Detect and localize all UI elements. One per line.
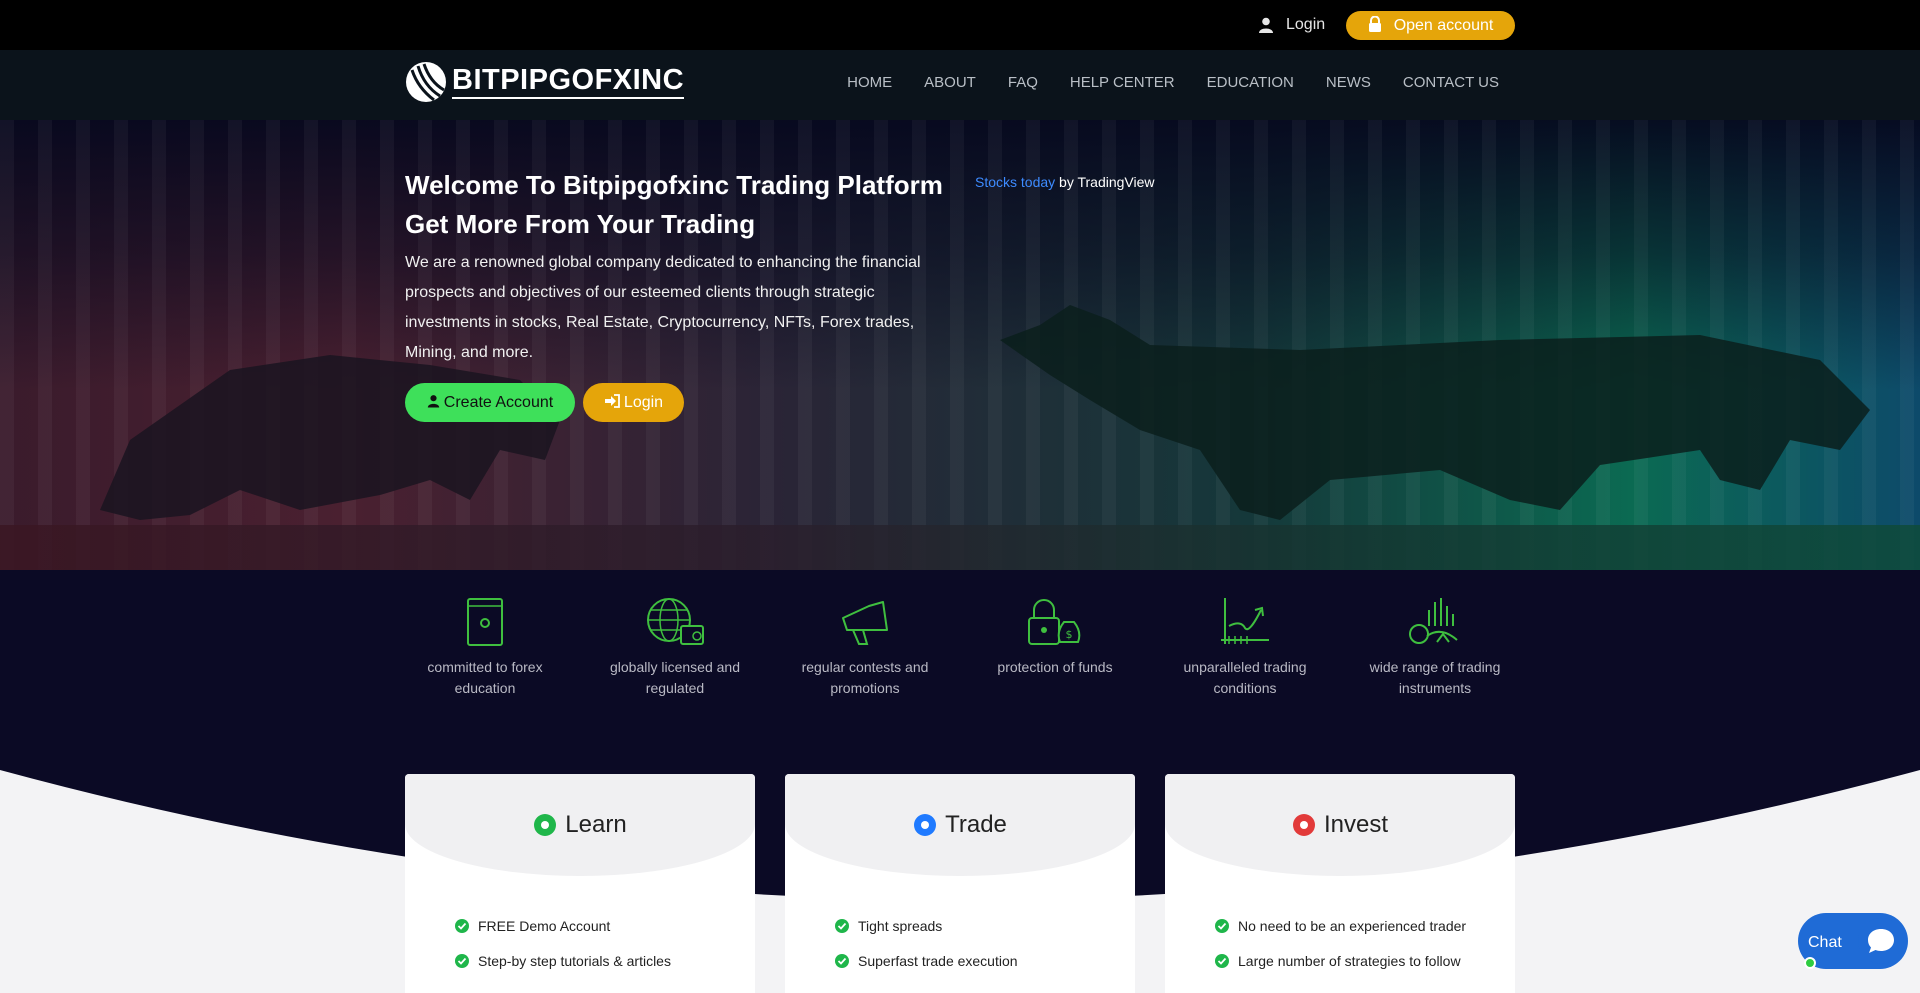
list-item: Large number of strategies to follow	[1215, 953, 1466, 988]
card-feature-list: Tight spreads Superfast trade execution	[835, 918, 1018, 988]
list-item-label: Superfast trade execution	[858, 953, 1018, 969]
instruments-icon	[1409, 598, 1458, 644]
list-item: Superfast trade execution	[835, 953, 1018, 988]
feature-label: regular contests and promotions	[801, 659, 929, 696]
user-icon	[427, 395, 439, 408]
logo-mark-icon	[406, 62, 446, 102]
chat-bubble-icon	[1868, 929, 1894, 953]
check-circle-icon	[455, 919, 469, 933]
feature-label: committed to forex education	[427, 659, 543, 696]
brand-logo[interactable]: BITPIPGOFXINC	[404, 57, 685, 105]
lock-money-icon: $	[1028, 599, 1081, 645]
nav-help-center[interactable]: HELP CENTER	[1070, 74, 1175, 91]
main-nav: HOME ABOUT FAQ HELP CENTER EDUCATION NEW…	[815, 74, 1499, 91]
online-status-dot	[1804, 957, 1816, 969]
lock-icon	[1368, 15, 1381, 32]
tradingview-suffix: by TradingView	[1055, 174, 1155, 190]
open-account-label: Open account	[1393, 16, 1494, 34]
top-bar	[0, 0, 1920, 50]
feature-label: protection of funds	[997, 659, 1113, 675]
logo-text: BITPIPGOFXINC	[452, 63, 685, 99]
user-icon	[1259, 17, 1273, 33]
list-item: FREE Demo Account	[455, 918, 671, 953]
card-feature-list: No need to be an experienced trader Larg…	[1215, 918, 1466, 988]
card-feature-list: FREE Demo Account Step-by step tutorials…	[455, 918, 671, 988]
list-item-label: Tight spreads	[858, 918, 943, 934]
trade-card: Trade Tight spreads Superfast trade exec…	[785, 774, 1135, 993]
feature-item: committed to forex education	[405, 592, 565, 699]
globe-certificate-icon	[647, 598, 704, 645]
list-item-label: FREE Demo Account	[478, 918, 611, 934]
hero-login-button[interactable]: Login	[583, 383, 684, 422]
create-account-label: Create Account	[443, 393, 554, 411]
feature-label: unparalleled trading conditions	[1183, 659, 1307, 696]
feature-item: globally licensed and regulated	[595, 592, 755, 699]
nav-faq[interactable]: FAQ	[1008, 74, 1038, 91]
dot-icon	[534, 814, 557, 836]
check-circle-icon	[835, 954, 849, 968]
megaphone-icon	[842, 601, 888, 645]
nav-home[interactable]: HOME	[847, 74, 892, 91]
hero-title-line1: Welcome To Bitpipgofxinc Trading Platfor…	[405, 170, 943, 200]
card-header: Invest	[1165, 774, 1515, 876]
feature-item: unparalleled trading conditions	[1165, 592, 1325, 699]
create-account-button[interactable]: Create Account	[405, 383, 575, 422]
card-title: Trade	[945, 811, 1007, 838]
feature-item: wide range of trading instruments	[1355, 592, 1515, 699]
dot-icon	[1292, 814, 1315, 836]
top-login-label: Login	[1286, 16, 1326, 33]
hero-description: We are a renowned global company dedicat…	[405, 254, 921, 361]
top-login-link[interactable]: Login	[1258, 13, 1325, 37]
check-circle-icon	[835, 919, 849, 933]
sign-in-icon	[604, 394, 620, 408]
chat-bubble	[1858, 918, 1904, 964]
dot-icon	[914, 814, 937, 836]
check-circle-icon	[455, 954, 469, 968]
list-item: Step-by step tutorials & articles	[455, 953, 671, 988]
hero-title-line2: Get More From Your Trading	[405, 209, 756, 239]
feature-item: $ protection of funds	[975, 592, 1135, 678]
svg-text:$: $	[1066, 628, 1073, 641]
learn-card: Learn FREE Demo Account Step-by step tut…	[405, 774, 755, 993]
invest-card: Invest No need to be an experienced trad…	[1165, 774, 1515, 993]
card-title: Invest	[1323, 811, 1389, 838]
card-header: Trade	[785, 774, 1135, 876]
growth-chart-icon	[1221, 598, 1269, 644]
list-item-label: No need to be an experienced trader	[1238, 918, 1467, 934]
book-icon	[467, 598, 503, 646]
open-account-button[interactable]: Open account	[1346, 11, 1515, 40]
list-item: Tight spreads	[835, 918, 1018, 953]
chat-label: Chat	[1808, 934, 1842, 951]
hero-login-label: Login	[623, 393, 664, 411]
list-item-label: Large number of strategies to follow	[1238, 953, 1461, 969]
feature-item: regular contests and promotions	[785, 592, 945, 699]
nav-about[interactable]: ABOUT	[924, 74, 976, 91]
tradingview-link[interactable]: Stocks today	[975, 174, 1055, 190]
hero-title: Welcome To Bitpipgofxinc Trading Platfor…	[405, 166, 965, 244]
list-item: No need to be an experienced trader	[1215, 918, 1466, 953]
card-header: Learn	[405, 774, 755, 876]
nav-contact-us[interactable]: CONTACT US	[1403, 74, 1499, 91]
feature-label: wide range of trading instruments	[1369, 659, 1501, 696]
nav-education[interactable]: EDUCATION	[1207, 74, 1294, 91]
nav-news[interactable]: NEWS	[1326, 74, 1371, 91]
feature-label: globally licensed and regulated	[610, 659, 740, 696]
hero-ground	[0, 525, 1920, 570]
list-item-label: Step-by step tutorials & articles	[478, 953, 671, 969]
card-title: Learn	[565, 811, 627, 838]
check-circle-icon	[1215, 954, 1229, 968]
tradingview-attribution: Stocks today by TradingView	[975, 174, 1155, 190]
chat-widget-button[interactable]: Chat	[1798, 913, 1908, 969]
check-circle-icon	[1215, 919, 1229, 933]
